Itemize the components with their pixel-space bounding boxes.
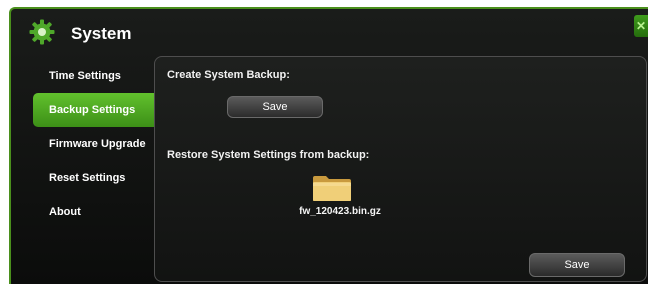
sidebar-item-reset-settings[interactable]: Reset Settings	[11, 161, 155, 195]
create-backup-label: Create System Backup:	[167, 69, 290, 81]
sidebar-item-time-settings[interactable]: Time Settings	[11, 59, 155, 93]
content-panel: Create System Backup: Save Restore Syste…	[154, 56, 647, 282]
backup-file-name[interactable]: fw_120423.bin.gz	[295, 206, 385, 217]
save-backup-button[interactable]: Save	[227, 96, 323, 118]
system-window: System ✕ Time Settings Backup Settings F…	[9, 7, 648, 284]
restore-label: Restore System Settings from backup:	[167, 149, 370, 161]
folder-icon[interactable]	[312, 174, 352, 202]
sidebar-item-label: Reset Settings	[49, 172, 126, 184]
sidebar-item-label: About	[49, 206, 81, 218]
sidebar-item-firmware-upgrade[interactable]: Firmware Upgrade	[11, 127, 155, 161]
gear-icon	[29, 19, 55, 45]
close-icon[interactable]: ✕	[634, 15, 648, 37]
sidebar-item-label: Time Settings	[49, 70, 121, 82]
page-title: System	[71, 24, 132, 43]
sidebar-item-about[interactable]: About	[11, 195, 155, 229]
save-restore-button[interactable]: Save	[529, 253, 625, 277]
sidebar-item-backup-settings[interactable]: Backup Settings	[33, 93, 155, 127]
sidebar-item-label: Firmware Upgrade	[49, 138, 146, 150]
window-header: System ✕	[11, 9, 648, 53]
sidebar-nav: Time Settings Backup Settings Firmware U…	[11, 59, 155, 229]
sidebar-item-label: Backup Settings	[49, 104, 136, 116]
